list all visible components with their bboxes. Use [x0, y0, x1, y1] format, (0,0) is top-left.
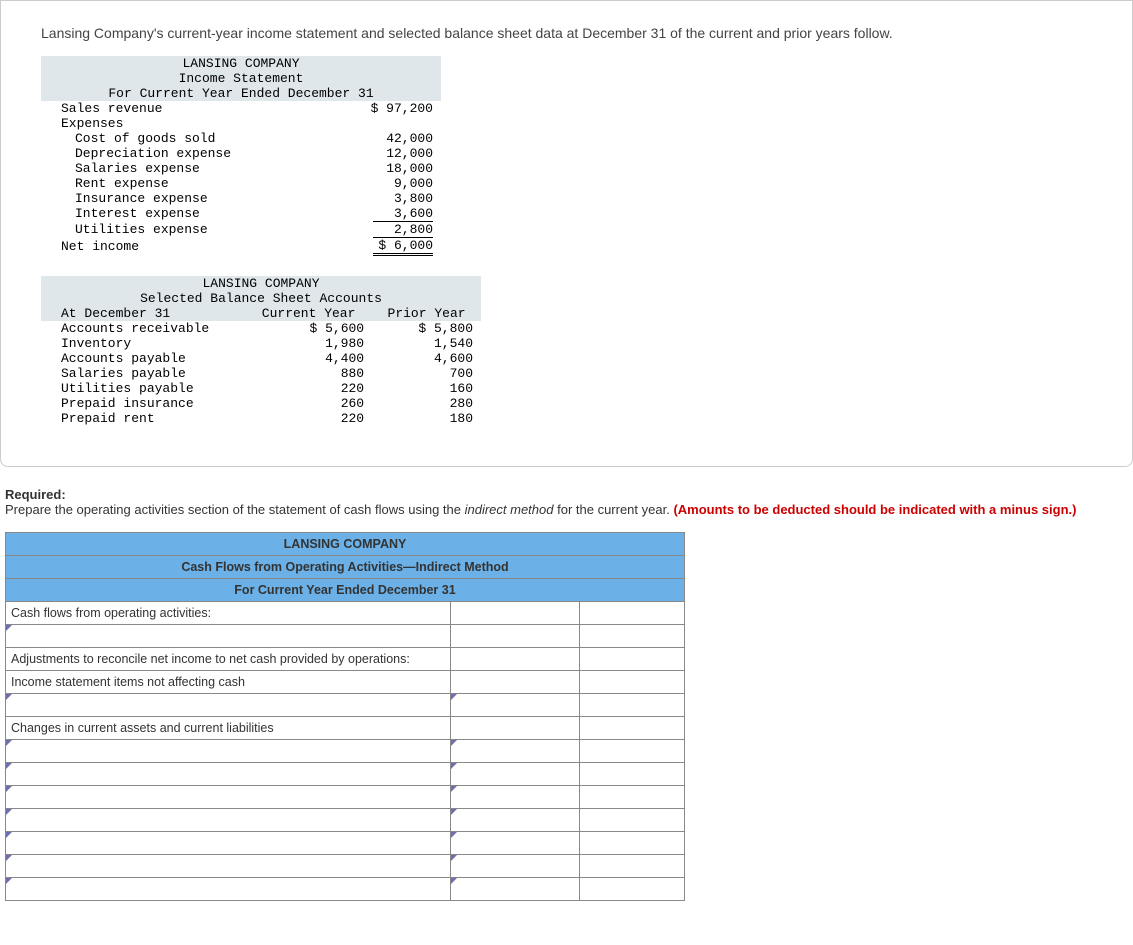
required-title: Required:	[5, 487, 1128, 502]
balance-row-label: Prepaid insurance	[41, 396, 245, 411]
ws-cell[interactable]	[450, 694, 579, 717]
balance-row-cy: 1,980	[245, 336, 372, 351]
balance-row-label: Salaries payable	[41, 366, 245, 381]
balance-sheet-table: LANSING COMPANY Selected Balance Sheet A…	[41, 276, 481, 426]
income-period: For Current Year Ended December 31	[41, 86, 441, 101]
ws-input-row[interactable]	[6, 740, 451, 763]
ws-changes-label: Changes in current assets and current li…	[6, 717, 451, 740]
ws-cell[interactable]	[450, 878, 579, 901]
util-val: 2,800	[328, 221, 442, 237]
ws-input-row[interactable]	[6, 763, 451, 786]
cogs-val: 42,000	[328, 131, 442, 146]
sales-value: $ 97,200	[328, 101, 442, 116]
ws-cfo-label: Cash flows from operating activities:	[6, 602, 451, 625]
ws-cell[interactable]	[450, 809, 579, 832]
ws-adj-label: Adjustments to reconcile net income to n…	[6, 648, 451, 671]
ws-cell[interactable]	[579, 878, 684, 901]
balance-row-cy: 220	[245, 381, 372, 396]
ws-cell[interactable]	[450, 832, 579, 855]
net-val: $ 6,000	[328, 237, 442, 256]
ws-cell[interactable]	[579, 671, 684, 694]
balance-row-py: $ 5,800	[372, 321, 481, 336]
balance-row-cy: 880	[245, 366, 372, 381]
ws-cell[interactable]	[579, 717, 684, 740]
ws-input-row[interactable]	[6, 625, 451, 648]
ws-input-row[interactable]	[6, 694, 451, 717]
ws-cell[interactable]	[450, 625, 579, 648]
balance-row-cy: $ 5,600	[245, 321, 372, 336]
balance-row-label: Utilities payable	[41, 381, 245, 396]
ws-input-row[interactable]	[6, 878, 451, 901]
util-label: Utilities expense	[41, 221, 328, 237]
worksheet-table: LANSING COMPANY Cash Flows from Operatin…	[5, 532, 685, 901]
balance-row-cy: 220	[245, 411, 372, 426]
ws-input-row[interactable]	[6, 832, 451, 855]
net-label: Net income	[41, 237, 328, 256]
balance-row-cy: 4,400	[245, 351, 372, 366]
required-body: Prepare the operating activities section…	[5, 502, 1128, 517]
balance-row-py: 700	[372, 366, 481, 381]
ws-input-row[interactable]	[6, 855, 451, 878]
ws-items-label: Income statement items not affecting cas…	[6, 671, 451, 694]
dep-label: Depreciation expense	[41, 146, 328, 161]
intro-text: Lansing Company's current-year income st…	[41, 25, 1092, 41]
balance-row-label: Accounts payable	[41, 351, 245, 366]
balance-col1: Current Year	[245, 306, 372, 321]
ws-cell[interactable]	[450, 717, 579, 740]
ws-header-company: LANSING COMPANY	[6, 533, 685, 556]
ws-cell[interactable]	[579, 740, 684, 763]
sal-val: 18,000	[328, 161, 442, 176]
ws-cell[interactable]	[579, 786, 684, 809]
ws-cell[interactable]	[579, 809, 684, 832]
cogs-label: Cost of goods sold	[41, 131, 328, 146]
ws-cell[interactable]	[450, 855, 579, 878]
balance-row-label: Accounts receivable	[41, 321, 245, 336]
ws-cell[interactable]	[579, 832, 684, 855]
ws-cell[interactable]	[579, 763, 684, 786]
ws-cell[interactable]	[450, 786, 579, 809]
balance-row-label: Prepaid rent	[41, 411, 245, 426]
balance-col0: At December 31	[41, 306, 245, 321]
balance-row-cy: 260	[245, 396, 372, 411]
balance-row-py: 160	[372, 381, 481, 396]
rent-val: 9,000	[328, 176, 442, 191]
balance-row-py: 1,540	[372, 336, 481, 351]
ws-cell[interactable]	[450, 671, 579, 694]
dep-val: 12,000	[328, 146, 442, 161]
ws-cell[interactable]	[450, 648, 579, 671]
int-label: Interest expense	[41, 206, 328, 221]
ws-input-row[interactable]	[6, 809, 451, 832]
balance-title: Selected Balance Sheet Accounts	[41, 291, 481, 306]
ins-label: Insurance expense	[41, 191, 328, 206]
balance-row-py: 4,600	[372, 351, 481, 366]
ws-cell[interactable]	[579, 694, 684, 717]
ws-cell[interactable]	[450, 602, 579, 625]
balance-company: LANSING COMPANY	[41, 276, 481, 291]
sales-label: Sales revenue	[41, 101, 328, 116]
income-company: LANSING COMPANY	[41, 56, 441, 71]
balance-row-label: Inventory	[41, 336, 245, 351]
expenses-label: Expenses	[41, 116, 441, 131]
ins-val: 3,800	[328, 191, 442, 206]
income-statement-table: LANSING COMPANY Income Statement For Cur…	[41, 56, 441, 256]
income-title: Income Statement	[41, 71, 441, 86]
balance-col2: Prior Year	[372, 306, 481, 321]
ws-cell[interactable]	[579, 648, 684, 671]
ws-input-row[interactable]	[6, 786, 451, 809]
ws-header-title: Cash Flows from Operating Activities—Ind…	[6, 556, 685, 579]
ws-cell[interactable]	[579, 602, 684, 625]
ws-cell[interactable]	[450, 763, 579, 786]
ws-cell[interactable]	[579, 625, 684, 648]
balance-row-py: 280	[372, 396, 481, 411]
int-val: 3,600	[328, 206, 442, 221]
balance-row-py: 180	[372, 411, 481, 426]
ws-cell[interactable]	[579, 855, 684, 878]
ws-header-period: For Current Year Ended December 31	[6, 579, 685, 602]
ws-cell[interactable]	[450, 740, 579, 763]
sal-label: Salaries expense	[41, 161, 328, 176]
rent-label: Rent expense	[41, 176, 328, 191]
